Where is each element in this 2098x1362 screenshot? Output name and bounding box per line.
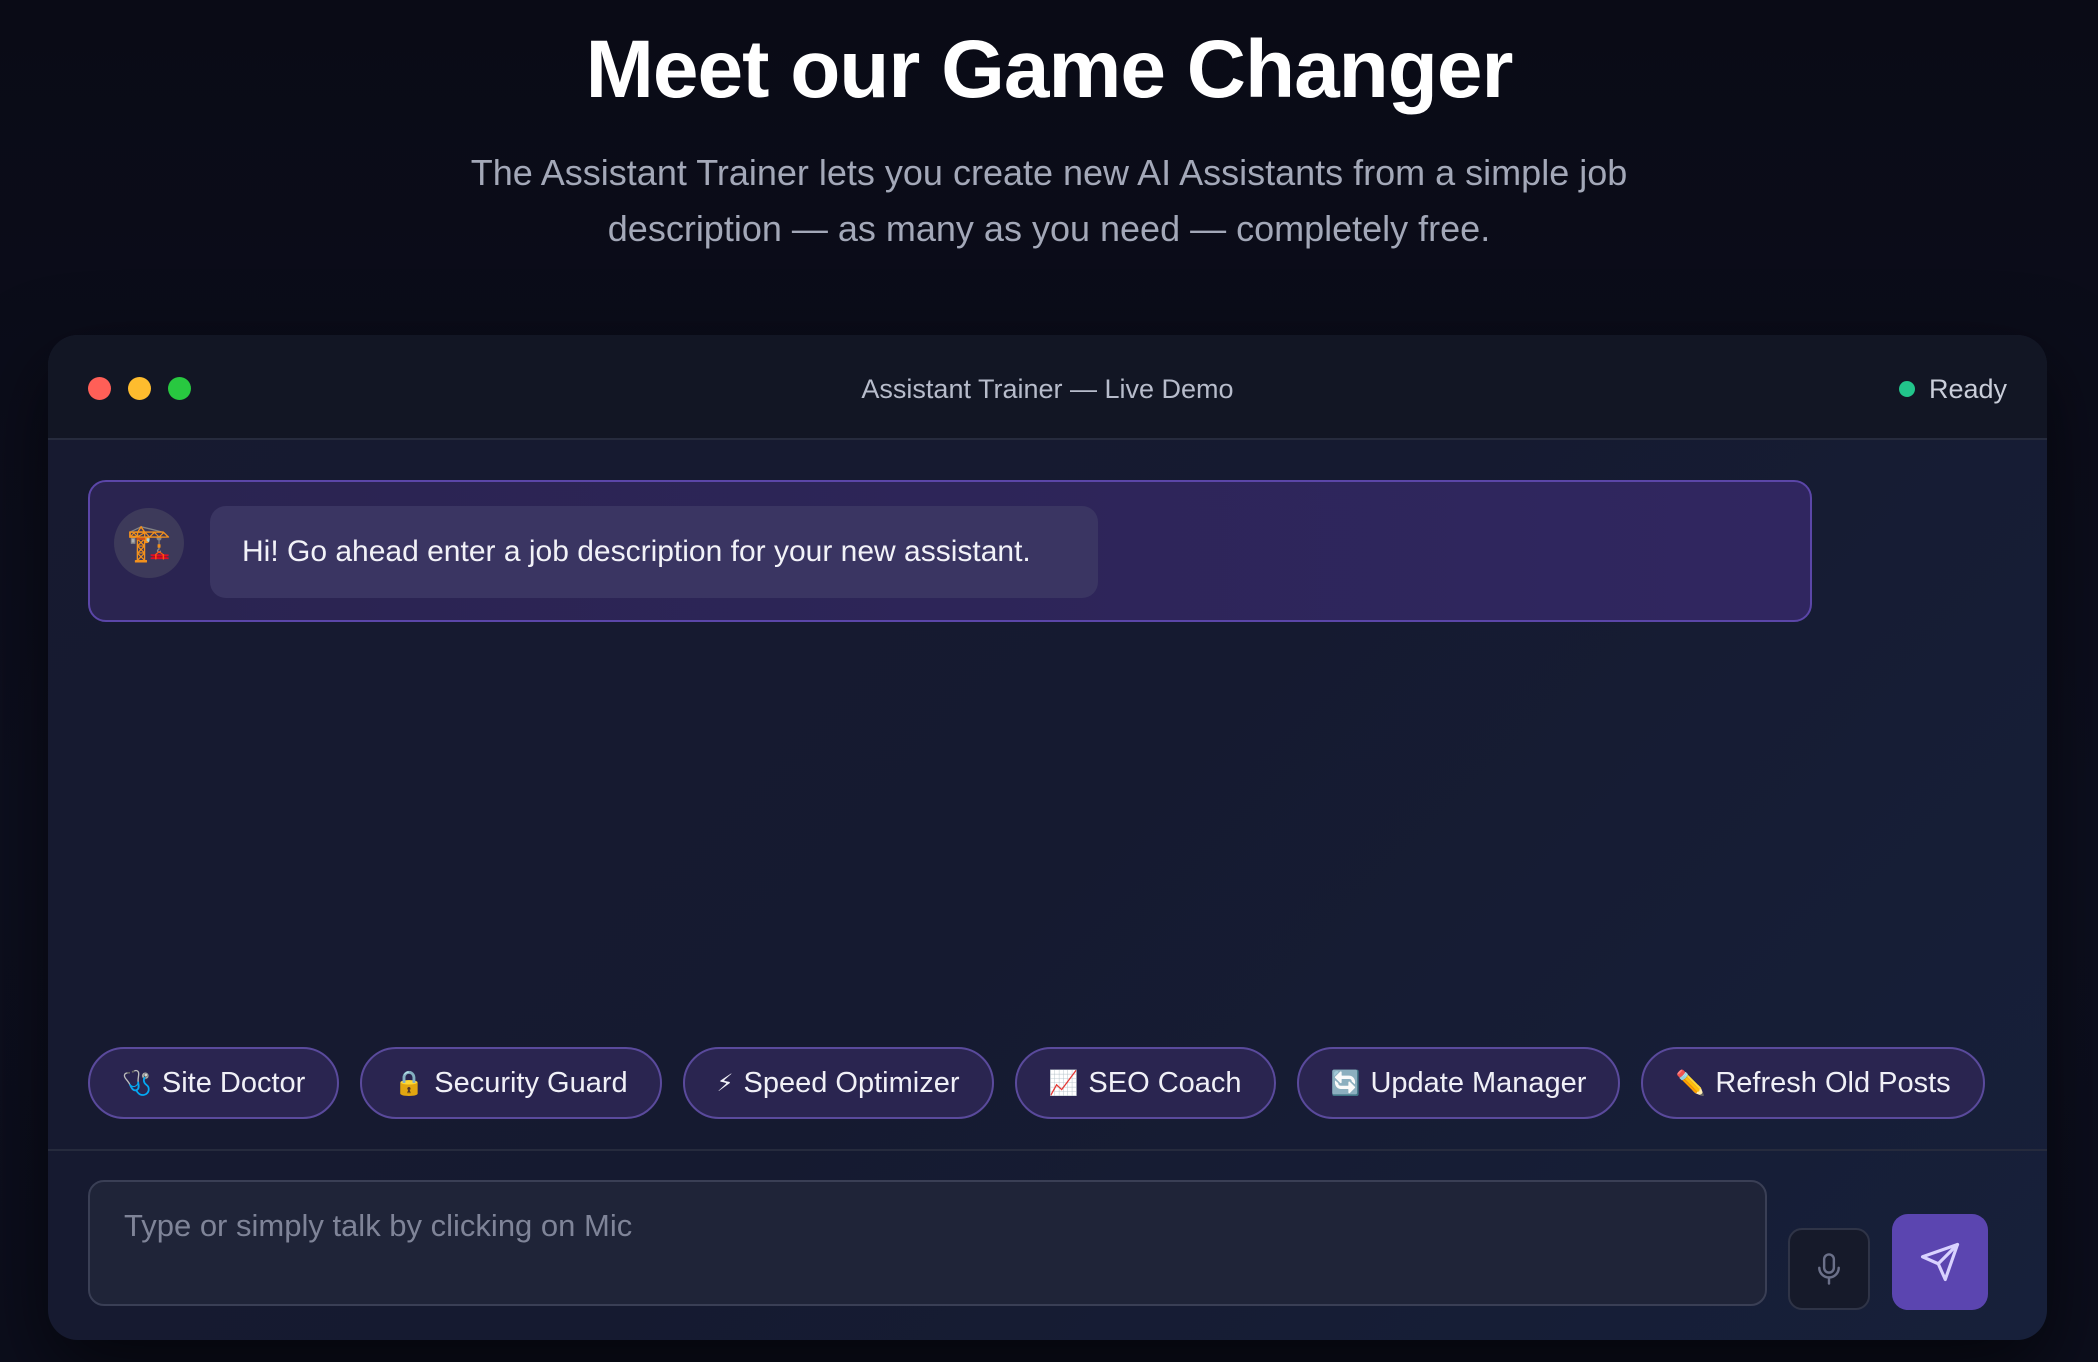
composer-box[interactable] bbox=[88, 1180, 1767, 1306]
send-button[interactable] bbox=[1892, 1214, 1988, 1310]
lightning-icon: ⚡ bbox=[716, 1069, 734, 1097]
lock-icon: 🔒 bbox=[394, 1069, 425, 1097]
status-indicator: Ready bbox=[1898, 369, 2007, 409]
chip-label: Speed Optimizer bbox=[743, 1066, 960, 1099]
page-subtitle: The Assistant Trainer lets you create ne… bbox=[449, 145, 1649, 257]
chip-refresh-old-posts[interactable]: ✏️ Refresh Old Posts bbox=[1641, 1047, 1985, 1119]
subtitle-line-1: The Assistant Trainer lets you create ne… bbox=[470, 152, 1628, 193]
pencil-icon: ✏️ bbox=[1675, 1069, 1706, 1097]
chip-label: Security Guard bbox=[434, 1066, 628, 1099]
send-icon bbox=[1920, 1242, 1960, 1282]
chip-label: Update Manager bbox=[1370, 1066, 1587, 1099]
suggestion-chips: 🩺 Site Doctor 🔒 Security Guard ⚡ Speed O… bbox=[88, 1047, 1985, 1119]
message-bubble: Hi! Go ahead enter a job description for… bbox=[210, 506, 1098, 598]
construction-crane-icon: 🏗️ bbox=[114, 508, 184, 578]
chart-icon: 📈 bbox=[1048, 1069, 1079, 1097]
window-titlebar: Assistant Trainer — Live Demo Ready bbox=[48, 335, 2047, 440]
window-title: Assistant Trainer — Live Demo bbox=[861, 374, 1234, 404]
status-label: Ready bbox=[1928, 374, 2007, 404]
chip-security-guard[interactable]: 🔒 Security Guard bbox=[360, 1047, 662, 1119]
microphone-icon bbox=[1818, 1253, 1840, 1285]
chip-seo-coach[interactable]: 📈 SEO Coach bbox=[1014, 1047, 1276, 1119]
assistant-message: 🏗️ Hi! Go ahead enter a job description … bbox=[88, 480, 1812, 622]
chip-label: SEO Coach bbox=[1088, 1066, 1242, 1099]
page-title: Meet our Game Changer bbox=[585, 24, 1514, 115]
subtitle-line-2: description — as many as you need — comp… bbox=[607, 208, 1491, 249]
chip-label: Refresh Old Posts bbox=[1715, 1066, 1951, 1099]
message-input[interactable] bbox=[122, 1206, 1737, 1284]
chip-speed-optimizer[interactable]: ⚡ Speed Optimizer bbox=[682, 1047, 994, 1119]
refresh-icon: 🔄 bbox=[1330, 1069, 1361, 1097]
status-dot-icon bbox=[1898, 381, 1915, 397]
stethoscope-icon: 🩺 bbox=[122, 1069, 152, 1097]
chip-label: Site Doctor bbox=[161, 1066, 306, 1099]
chip-update-manager[interactable]: 🔄 Update Manager bbox=[1296, 1047, 1621, 1119]
avatar-glyph: 🏗️ bbox=[126, 522, 172, 563]
composer-divider bbox=[48, 1149, 2047, 1151]
mic-button[interactable] bbox=[1788, 1228, 1870, 1310]
demo-window: Assistant Trainer — Live Demo Ready 🏗️ H… bbox=[48, 335, 2047, 1340]
chip-site-doctor[interactable]: 🩺 Site Doctor bbox=[88, 1047, 340, 1119]
